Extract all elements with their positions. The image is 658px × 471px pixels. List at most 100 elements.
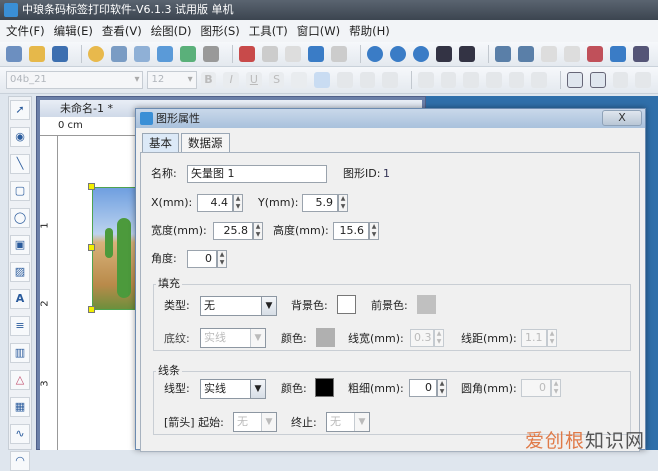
- valign-bottom-icon[interactable]: [463, 72, 480, 88]
- justify-icon[interactable]: [382, 72, 398, 88]
- align-center-icon[interactable]: [336, 72, 353, 88]
- menu-draw[interactable]: 绘图(D): [151, 23, 192, 39]
- fg-color-swatch[interactable]: [417, 295, 436, 314]
- resize-handle[interactable]: [88, 306, 95, 313]
- arrow-end-select[interactable]: 无 ▼: [326, 412, 370, 432]
- y-input[interactable]: 5.9: [302, 194, 338, 212]
- underline-icon[interactable]: U: [246, 72, 262, 88]
- spacing-icon[interactable]: [291, 72, 308, 88]
- eye-icon[interactable]: [587, 46, 603, 62]
- width-spinner[interactable]: ▲ ▼: [253, 222, 263, 240]
- line-width-input[interactable]: 0.3: [410, 329, 434, 347]
- x-input[interactable]: 4.4: [197, 194, 233, 212]
- fill-type-select[interactable]: 无 ▼: [200, 296, 277, 316]
- rect-tool-icon[interactable]: ▢: [10, 181, 30, 201]
- open-icon[interactable]: [29, 46, 45, 62]
- bold-icon[interactable]: B: [200, 72, 217, 88]
- zoom-out-icon[interactable]: [390, 46, 406, 62]
- width-input[interactable]: 25.8: [213, 222, 253, 240]
- lock-icon[interactable]: [610, 46, 626, 62]
- font-size-select[interactable]: 12: [147, 71, 197, 89]
- angle-spinner[interactable]: ▲ ▼: [217, 250, 227, 268]
- arrow-start-select[interactable]: 无 ▼: [233, 412, 277, 432]
- same-width-icon[interactable]: [612, 72, 629, 88]
- line-spacing-spinner[interactable]: ▲ ▼: [547, 329, 557, 347]
- line-spacing-input[interactable]: 1.1: [521, 329, 547, 347]
- menu-file[interactable]: 文件(F): [6, 23, 45, 39]
- menu-view[interactable]: 查看(V): [102, 23, 142, 39]
- vertical-text-icon[interactable]: [486, 72, 502, 88]
- bg-color-swatch[interactable]: [337, 295, 356, 314]
- rich-text-tool-icon[interactable]: ≡: [10, 316, 30, 336]
- strike-icon[interactable]: S: [268, 72, 285, 88]
- line-color-swatch[interactable]: [315, 378, 334, 397]
- height-spinner[interactable]: ▲ ▼: [369, 222, 379, 240]
- layers-icon[interactable]: [633, 46, 649, 62]
- fit-page-icon[interactable]: [436, 46, 452, 62]
- settings-icon[interactable]: [88, 46, 104, 62]
- pattern-color-swatch[interactable]: [316, 328, 335, 347]
- menu-window[interactable]: 窗口(W): [297, 23, 340, 39]
- cut-icon[interactable]: [239, 46, 255, 62]
- redo-icon[interactable]: [331, 46, 347, 62]
- save-icon[interactable]: [52, 46, 68, 62]
- print-preview-icon[interactable]: [134, 46, 150, 62]
- vector-image-tool-icon[interactable]: ▣: [10, 235, 30, 255]
- italic-icon[interactable]: I: [223, 72, 240, 88]
- undo-icon[interactable]: [308, 46, 324, 62]
- char-spacing-icon[interactable]: [508, 72, 525, 88]
- menu-edit[interactable]: 编辑(E): [54, 23, 93, 39]
- thickness-spinner[interactable]: ▲ ▼: [437, 379, 447, 397]
- new-icon[interactable]: [6, 46, 22, 62]
- paste-icon[interactable]: [285, 46, 301, 62]
- zoom-in-icon[interactable]: [367, 46, 383, 62]
- align-left-icon[interactable]: [314, 72, 330, 88]
- thickness-input[interactable]: 0: [409, 379, 437, 397]
- database-add-icon[interactable]: [180, 46, 196, 62]
- valign-middle-icon[interactable]: [440, 72, 457, 88]
- group-icon[interactable]: [495, 46, 511, 62]
- arc-tool-icon[interactable]: ◠: [10, 451, 30, 471]
- qrcode-tool-icon[interactable]: ▦: [10, 397, 30, 417]
- select-tool-icon[interactable]: ➚: [10, 100, 30, 120]
- y-spinner[interactable]: ▲ ▼: [338, 194, 348, 212]
- ellipse-tool-icon[interactable]: ◯: [10, 208, 30, 228]
- print-icon[interactable]: [111, 46, 127, 62]
- close-button[interactable]: X: [602, 110, 642, 126]
- menu-shape[interactable]: 图形(S): [201, 23, 240, 39]
- center-h-icon[interactable]: [567, 72, 583, 88]
- angle-input[interactable]: 0: [187, 250, 217, 268]
- text-tool-icon[interactable]: A: [10, 289, 30, 309]
- line-width-spinner[interactable]: ▲ ▼: [434, 329, 444, 347]
- tab-datasource[interactable]: 数据源: [181, 133, 230, 153]
- corner-radius-input[interactable]: 0: [521, 379, 551, 397]
- pattern-select[interactable]: 实线 ▼: [200, 328, 266, 348]
- x-spinner[interactable]: ▲ ▼: [233, 194, 243, 212]
- resize-handle[interactable]: [88, 183, 95, 190]
- align-icon[interactable]: [541, 46, 557, 62]
- pan-tool-icon[interactable]: ◉: [10, 127, 30, 147]
- ungroup-icon[interactable]: [518, 46, 534, 62]
- valign-top-icon[interactable]: [417, 72, 434, 88]
- database-icon[interactable]: [157, 46, 173, 62]
- grid-icon[interactable]: [203, 46, 219, 62]
- tab-basic[interactable]: 基本: [142, 133, 179, 153]
- menu-tools[interactable]: 工具(T): [249, 23, 288, 39]
- copy-icon[interactable]: [262, 46, 278, 62]
- line-type-select[interactable]: 实线 ▼: [200, 379, 266, 399]
- line-tool-icon[interactable]: ╲: [10, 154, 30, 174]
- image-tool-icon[interactable]: ▨: [10, 262, 30, 282]
- resize-handle[interactable]: [88, 244, 95, 251]
- same-height-icon[interactable]: [635, 72, 652, 88]
- shape-tool-icon[interactable]: △: [10, 370, 30, 390]
- line-spacing-icon[interactable]: [531, 72, 548, 88]
- barcode-tool-icon[interactable]: ▥: [10, 343, 30, 363]
- height-input[interactable]: 15.6: [333, 222, 369, 240]
- distribute-icon[interactable]: [564, 46, 580, 62]
- align-right-icon[interactable]: [359, 72, 376, 88]
- fit-width-icon[interactable]: [459, 46, 475, 62]
- font-select[interactable]: 04b_21: [6, 71, 144, 89]
- name-input[interactable]: 矢量图 1: [187, 165, 327, 183]
- menu-help[interactable]: 帮助(H): [349, 23, 390, 39]
- corner-radius-spinner[interactable]: ▲ ▼: [551, 379, 561, 397]
